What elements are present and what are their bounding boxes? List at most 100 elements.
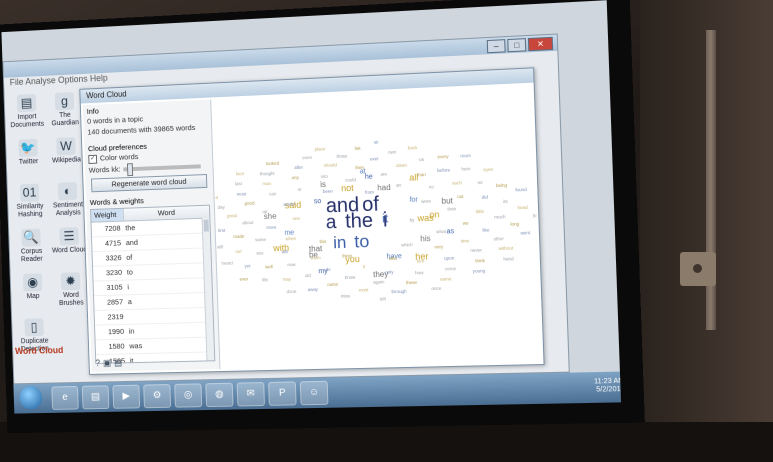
cloud-word: can bbox=[269, 191, 277, 196]
word-cell: i bbox=[127, 281, 130, 291]
cloud-word: upon bbox=[444, 255, 455, 260]
cloud-word: great bbox=[227, 213, 238, 218]
tool-label: Similarity Hashing bbox=[16, 202, 44, 219]
cloud-word: when bbox=[286, 236, 297, 241]
close-button[interactable]: ✕ bbox=[527, 36, 554, 52]
cloud-word: never bbox=[470, 248, 482, 254]
cloud-word: one bbox=[293, 216, 301, 221]
cloud-word: will bbox=[282, 249, 288, 254]
clock-date: 5/2/2014 bbox=[596, 385, 622, 394]
cloud-word: these bbox=[406, 280, 418, 285]
cloud-word: room bbox=[460, 153, 471, 159]
start-button[interactable] bbox=[19, 385, 43, 410]
word-cell: and bbox=[125, 237, 139, 247]
cloud-word: more bbox=[266, 225, 277, 230]
cloud-word: so bbox=[314, 198, 322, 205]
weight-cell: 1990 bbox=[107, 326, 125, 336]
save-icon[interactable]: ▣ bbox=[103, 358, 114, 368]
cloud-word: must bbox=[237, 191, 247, 196]
taskbar-app-button[interactable]: ▶ bbox=[112, 384, 141, 409]
tool-wordcloud[interactable]: ☰ Word Cloud bbox=[51, 227, 88, 256]
cloud-word: this bbox=[319, 239, 327, 244]
cloud-word: life bbox=[262, 277, 268, 282]
cloud-word: in bbox=[333, 233, 347, 253]
cloud-word: no bbox=[429, 184, 435, 189]
cloud-word: it bbox=[382, 211, 389, 226]
cloud-word: those bbox=[336, 153, 348, 159]
tool-sentiment[interactable]: ◐ Sentiment Analysis bbox=[49, 182, 86, 219]
cloud-word: ever bbox=[239, 276, 248, 281]
words-slider[interactable] bbox=[123, 162, 202, 176]
taskbar-app-button[interactable]: ▤ bbox=[81, 385, 110, 410]
cloud-word: came bbox=[327, 282, 339, 287]
scroll-thumb[interactable] bbox=[203, 219, 209, 232]
word-cloud-canvas: and ofa the itoinit wasthathehersheforyouisa… bbox=[212, 140, 541, 302]
tool-twitter[interactable]: 🐦 Twitter bbox=[10, 138, 47, 167]
cloud-word: without bbox=[499, 246, 515, 252]
cloud-word: then bbox=[355, 165, 364, 170]
cloud-word: still bbox=[217, 244, 224, 249]
taskbar-app-button[interactable]: e bbox=[51, 385, 79, 410]
weight-cell: 2857 bbox=[106, 296, 124, 307]
cloud-word: know bbox=[345, 275, 356, 280]
cloud-word: looked bbox=[266, 161, 280, 167]
word-cell: in bbox=[128, 326, 135, 336]
tool-brush[interactable]: ✹ Word Brushes bbox=[52, 272, 89, 308]
cloud-word: is bbox=[320, 180, 326, 189]
cloud-word: for bbox=[410, 196, 419, 204]
cloud-word: went bbox=[520, 230, 531, 236]
checkbox-icon[interactable]: ✓ bbox=[88, 154, 98, 164]
weight-cell: 4715 bbox=[104, 237, 122, 248]
regenerate-button[interactable]: Regenerate word cloud bbox=[90, 173, 208, 192]
tool-corpus[interactable]: 🔍 Corpus Reader bbox=[13, 228, 50, 264]
cloud-word: are bbox=[380, 171, 387, 176]
cloud-word: felt bbox=[354, 146, 361, 151]
cloud-word: now bbox=[287, 262, 296, 267]
tool-import[interactable]: ▤ Import Documents bbox=[8, 93, 45, 130]
sentiment-icon: ◐ bbox=[57, 182, 78, 201]
minimize-button[interactable]: – bbox=[486, 39, 506, 54]
taskbar-app-button[interactable]: ◍ bbox=[205, 382, 234, 408]
taskbar-app-button[interactable]: ✉ bbox=[236, 382, 265, 407]
cloud-word: could bbox=[345, 177, 356, 183]
bottom-toolbar: ?▣▤ bbox=[95, 357, 125, 368]
maximize-button[interactable]: □ bbox=[507, 38, 527, 53]
cloud-word: every bbox=[437, 154, 449, 160]
cloud-word: its bbox=[503, 199, 509, 204]
tool-guardian[interactable]: g The Guardian bbox=[46, 92, 83, 129]
wordcloud-icon: ☰ bbox=[59, 227, 79, 246]
cloud-word: an bbox=[396, 182, 402, 187]
cloud-word: day bbox=[218, 205, 226, 210]
cloud-word: last bbox=[235, 181, 243, 186]
cloud-word: would bbox=[283, 202, 295, 208]
cloud-word: were bbox=[421, 198, 432, 204]
clock[interactable]: 11:23 AM 5/2/2014 bbox=[594, 378, 621, 395]
cloud-word: who bbox=[389, 256, 398, 261]
cloud-word: little bbox=[476, 209, 485, 214]
tool-wikipedia[interactable]: W Wikipedia bbox=[48, 137, 85, 166]
cloud-word: thought bbox=[260, 171, 276, 177]
taskbar-app-button[interactable]: P bbox=[268, 381, 297, 406]
col-weight[interactable]: Weight bbox=[91, 208, 125, 222]
cloud-word: such bbox=[452, 180, 462, 186]
cloud-word: think bbox=[475, 258, 486, 263]
weights-table: Weight Word 7208 the 4715 and 3326 of 3230 to 31… bbox=[90, 204, 216, 364]
cloud-word: them bbox=[311, 255, 321, 260]
taskbar-app-button[interactable]: ☺ bbox=[299, 380, 329, 406]
cloud-word: he bbox=[365, 173, 373, 180]
cloud-word: sir bbox=[374, 140, 379, 145]
cloud-word: our bbox=[235, 249, 242, 254]
taskbar-app-button[interactable]: ⚙ bbox=[143, 384, 172, 409]
slider-thumb[interactable] bbox=[127, 162, 134, 176]
cloud-word: the bbox=[345, 209, 374, 232]
tool-hashing[interactable]: 01 Similarity Hashing bbox=[11, 183, 48, 219]
cloud-word: from bbox=[365, 189, 375, 194]
copy-icon[interactable]: ▤ bbox=[114, 357, 125, 367]
tool-panel: ▤ Import Documents g The Guardian 🐦 Twitter W W… bbox=[5, 92, 91, 378]
map-icon: ◉ bbox=[22, 273, 43, 292]
tool-map[interactable]: ◉ Map bbox=[14, 273, 51, 301]
cloud-word: to bbox=[354, 231, 370, 252]
cloud-word: after bbox=[294, 165, 304, 170]
taskbar-app-button[interactable]: ◎ bbox=[174, 383, 203, 408]
cloud-word: again bbox=[373, 279, 385, 284]
